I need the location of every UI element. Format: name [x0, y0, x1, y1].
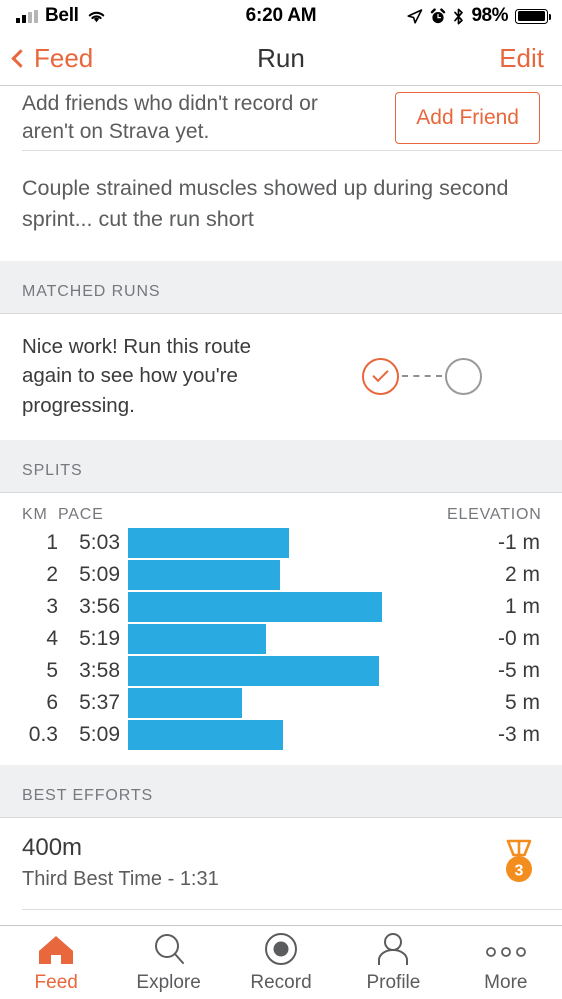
activity-description: Couple strained muscles showed up during… — [0, 151, 562, 262]
chevron-left-icon — [11, 49, 30, 68]
split-bar-cell — [128, 559, 447, 591]
split-elevation: -0 m — [498, 626, 540, 650]
splits-row: 6 5:37 5 m — [0, 687, 562, 719]
splits-row: 3 3:56 1 m — [0, 591, 562, 623]
best-effort-info: 400m Third Best Time - 1:31 — [22, 834, 219, 891]
check-circle-icon — [362, 357, 399, 395]
add-friend-button[interactable]: Add Friend — [395, 92, 540, 144]
split-km: 5 — [46, 658, 58, 682]
split-elevation: -5 m — [498, 658, 540, 682]
tab-explore[interactable]: Explore — [112, 932, 224, 994]
matched-runs-row[interactable]: Nice work! Run this route again to see h… — [0, 314, 562, 440]
split-km: 3 — [46, 594, 58, 618]
best-effort-subtitle: Third Best Time - 1:31 — [22, 867, 219, 890]
battery-icon — [515, 8, 552, 24]
split-pace: 3:58 — [79, 658, 120, 682]
matched-runs-progress — [362, 357, 540, 395]
tab-label: Explore — [136, 971, 201, 993]
tab-bar: Feed Explore Record Profile More — [0, 925, 562, 999]
battery-percent-label: 98% — [471, 5, 508, 26]
split-pace: 5:09 — [79, 562, 120, 586]
split-bar-cell — [128, 687, 447, 719]
matched-runs-message: Nice work! Run this route again to see h… — [22, 335, 252, 417]
split-bar — [128, 687, 242, 718]
edit-button[interactable]: Edit — [499, 43, 562, 74]
back-button[interactable]: Feed — [0, 43, 93, 74]
split-km: 6 — [46, 690, 58, 714]
split-bar-cell — [128, 655, 447, 687]
tab-record[interactable]: Record — [225, 932, 337, 994]
home-icon — [35, 932, 77, 966]
column-header-pace: PACE — [58, 505, 104, 523]
tab-label: Record — [250, 971, 312, 993]
split-bar — [128, 591, 382, 622]
matched-runs-section-header: MATCHED RUNS — [0, 261, 562, 315]
tab-profile[interactable]: Profile — [337, 932, 449, 994]
split-bar-cell — [128, 719, 447, 751]
split-pace: 5:37 — [79, 690, 120, 714]
splits-row: 2 5:09 2 m — [0, 559, 562, 591]
location-arrow-icon — [407, 8, 423, 24]
split-bar — [128, 623, 266, 654]
add-friend-row: Add friends who didn't record or aren't … — [0, 86, 562, 150]
splits-row: 0.3 5:09 -3 m — [0, 719, 562, 751]
split-elevation: 1 m — [504, 594, 540, 618]
column-header-elevation: ELEVATION — [447, 505, 542, 523]
splits-row: 4 5:19 -0 m — [0, 623, 562, 655]
split-bar — [128, 719, 283, 750]
add-friend-text: Add friends who didn't record or aren't … — [22, 92, 318, 143]
split-km: 0.3 — [28, 722, 58, 746]
split-km: 4 — [46, 626, 58, 650]
best-effort-title: 400m — [22, 833, 83, 861]
navigation-bar: Feed Run Edit — [0, 32, 562, 86]
column-header-km: KM — [22, 505, 48, 523]
ellipsis-icon — [483, 932, 529, 966]
tab-more[interactable]: More — [450, 932, 562, 994]
split-pace: 3:56 — [79, 594, 120, 618]
splits-row: 1 5:03 -1 m — [0, 527, 562, 559]
tab-feed[interactable]: Feed — [0, 932, 112, 994]
tab-label: More — [484, 971, 528, 993]
split-bar-cell — [128, 527, 447, 559]
bluetooth-icon — [454, 8, 464, 24]
split-pace: 5:09 — [79, 722, 120, 746]
record-icon — [264, 932, 298, 966]
split-elevation: 2 m — [504, 562, 540, 586]
split-bar-cell — [128, 623, 447, 655]
split-bar-cell — [128, 591, 447, 623]
best-effort-row[interactable]: 400m Third Best Time - 1:31 3 — [0, 817, 562, 909]
alarm-clock-icon — [431, 7, 446, 23]
splits-row: 5 3:58 -5 m — [0, 655, 562, 687]
splits-header-row: KM PACE ELEVATION — [0, 493, 562, 527]
split-elevation: 5 m — [504, 690, 540, 714]
best-efforts-section-header: BEST EFFORTS — [0, 764, 562, 818]
split-bar — [128, 655, 379, 686]
status-right: 98% — [406, 5, 552, 27]
divider — [22, 908, 562, 910]
split-elevation: -1 m — [498, 530, 540, 554]
dashed-connector — [402, 375, 442, 377]
medal-rank-label: 3 — [515, 863, 524, 880]
empty-circle-icon — [445, 357, 482, 395]
split-bar — [128, 559, 280, 590]
split-km: 1 — [46, 530, 58, 554]
tab-label: Profile — [366, 971, 421, 993]
splits-table: KM PACE ELEVATION 1 5:03 -1 m 2 5:09 2 m 3 3:56… — [0, 492, 562, 765]
status-bar: Bell 6:20 AM 98% — [0, 0, 562, 32]
split-pace: 5:19 — [79, 626, 120, 650]
split-bar — [128, 527, 289, 558]
splits-section-header: SPLITS — [0, 439, 562, 493]
split-pace: 5:03 — [79, 530, 120, 554]
tab-label: Feed — [34, 971, 78, 993]
medal-icon: 3 — [498, 839, 540, 885]
split-km: 2 — [46, 562, 58, 586]
split-elevation: -3 m — [498, 722, 540, 746]
search-icon — [150, 932, 188, 966]
back-button-label: Feed — [34, 43, 94, 73]
person-icon — [374, 932, 412, 966]
